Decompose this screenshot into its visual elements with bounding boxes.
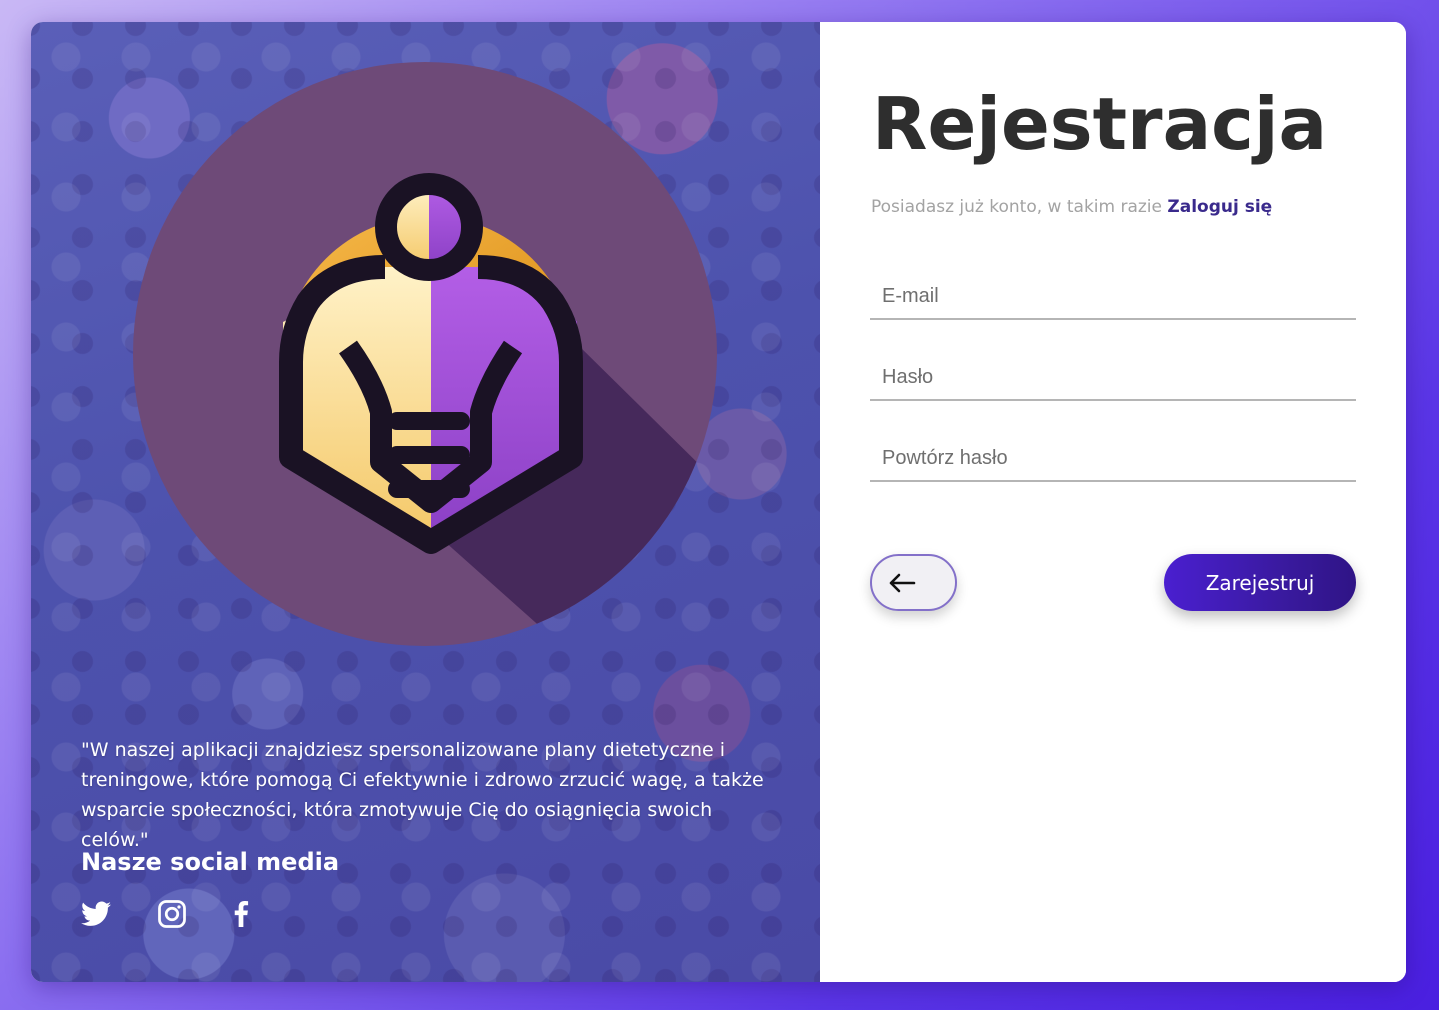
- login-prompt: Posiadasz już konto, w takim razie Zalog…: [871, 197, 1272, 217]
- body-shield-icon: [133, 62, 717, 646]
- page-title: Rejestracja: [872, 82, 1328, 166]
- repeat-password-field[interactable]: [870, 436, 1356, 480]
- password-field[interactable]: [870, 355, 1356, 399]
- password-field-wrapper: [870, 355, 1356, 401]
- social-media-title: Nasze social media: [81, 848, 340, 876]
- back-button[interactable]: [870, 554, 957, 611]
- facebook-icon[interactable]: [233, 896, 309, 932]
- app-description-quote: "W naszej aplikacji znajdziesz spersonal…: [81, 739, 764, 851]
- app-logo: [133, 62, 718, 647]
- register-card: "W naszej aplikacji znajdziesz spersonal…: [31, 22, 1406, 982]
- arrow-left-icon: [889, 573, 916, 592]
- email-field[interactable]: [870, 274, 1356, 318]
- login-link[interactable]: Zaloguj się: [1167, 197, 1272, 217]
- instagram-icon[interactable]: [157, 896, 233, 932]
- register-form-panel: Rejestracja Posiadasz już konto, w takim…: [820, 22, 1406, 982]
- repeat-password-field-wrapper: [870, 436, 1356, 482]
- login-prompt-text: Posiadasz już konto, w takim razie: [871, 197, 1168, 217]
- social-media-links: [81, 896, 309, 932]
- twitter-icon[interactable]: [81, 896, 157, 932]
- hero-panel: "W naszej aplikacji znajdziesz spersonal…: [31, 22, 820, 982]
- email-field-wrapper: [870, 274, 1356, 320]
- register-button[interactable]: Zarejestruj: [1164, 554, 1356, 611]
